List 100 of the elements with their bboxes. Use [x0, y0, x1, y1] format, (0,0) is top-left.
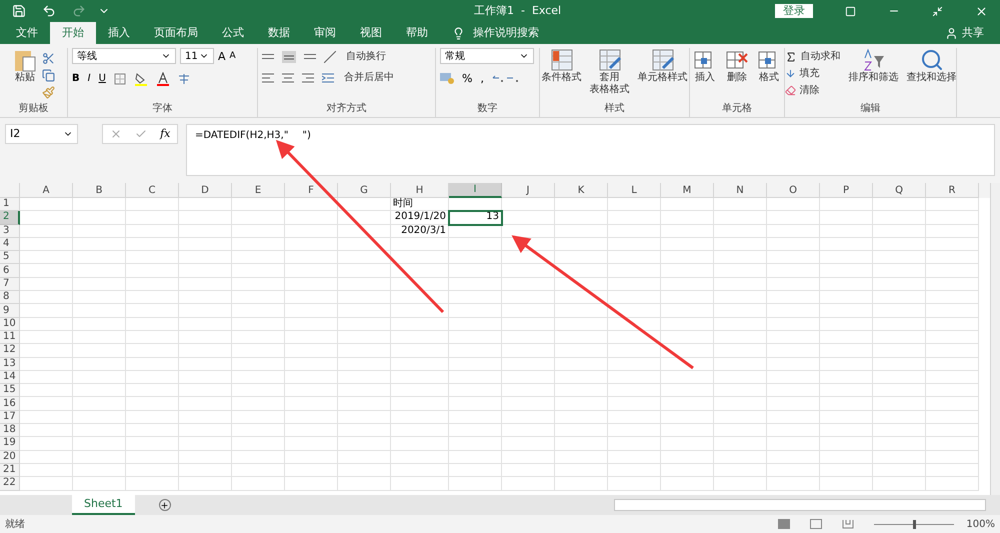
- empty-cell[interactable]: [126, 370, 179, 384]
- empty-cell[interactable]: [449, 264, 502, 278]
- empty-cell[interactable]: [502, 344, 555, 358]
- row-header[interactable]: 15: [0, 384, 20, 398]
- empty-cell[interactable]: [502, 264, 555, 278]
- empty-cell[interactable]: [73, 464, 126, 478]
- column-header[interactable]: F: [285, 183, 338, 198]
- row-header[interactable]: 16: [0, 397, 20, 411]
- close-icon[interactable]: [975, 4, 988, 18]
- empty-cell[interactable]: [661, 211, 714, 225]
- empty-cell[interactable]: [608, 410, 661, 424]
- empty-cell[interactable]: [873, 251, 926, 264]
- row-header[interactable]: 19: [0, 437, 20, 451]
- ribbon-tab[interactable]: 页面布局: [142, 22, 210, 44]
- empty-cell[interactable]: [608, 344, 661, 358]
- empty-cell[interactable]: [502, 238, 555, 252]
- empty-cell[interactable]: [608, 198, 661, 212]
- empty-cell[interactable]: [126, 238, 179, 252]
- empty-cell[interactable]: [285, 424, 338, 438]
- empty-cell[interactable]: [391, 291, 449, 304]
- empty-cell[interactable]: [608, 318, 661, 331]
- empty-cell[interactable]: [926, 318, 979, 331]
- empty-cell[interactable]: [285, 477, 338, 491]
- empty-cell[interactable]: [338, 211, 391, 225]
- font-name-field[interactable]: 等线: [72, 48, 176, 64]
- row-header[interactable]: 22: [0, 477, 20, 491]
- empty-cell[interactable]: [820, 344, 873, 358]
- ribbon-tab[interactable]: 帮助: [394, 22, 440, 44]
- empty-cell[interactable]: [608, 224, 661, 238]
- empty-cell[interactable]: [873, 238, 926, 252]
- empty-cell[interactable]: [820, 291, 873, 304]
- empty-cell[interactable]: [502, 318, 555, 331]
- empty-cell[interactable]: [608, 264, 661, 278]
- column-header[interactable]: K: [555, 183, 608, 198]
- empty-cell[interactable]: [820, 318, 873, 331]
- autosum-button[interactable]: 自动求和: [782, 48, 842, 65]
- column-header[interactable]: I: [449, 183, 502, 198]
- empty-cell[interactable]: [714, 477, 767, 491]
- enter-icon[interactable]: [134, 128, 147, 140]
- empty-cell[interactable]: [714, 330, 767, 344]
- empty-cell[interactable]: [449, 410, 502, 424]
- empty-cell[interactable]: [338, 198, 391, 212]
- empty-cell[interactable]: [126, 397, 179, 411]
- empty-cell[interactable]: [179, 264, 232, 278]
- empty-cell[interactable]: [232, 251, 285, 264]
- empty-cell[interactable]: [391, 344, 449, 358]
- empty-cell[interactable]: [555, 464, 608, 478]
- empty-cell[interactable]: [926, 278, 979, 292]
- empty-cell[interactable]: [767, 410, 820, 424]
- empty-cell[interactable]: [73, 397, 126, 411]
- empty-cell[interactable]: [232, 198, 285, 212]
- empty-cell[interactable]: [926, 238, 979, 252]
- row-header[interactable]: 7: [0, 278, 20, 292]
- empty-cell[interactable]: [502, 224, 555, 238]
- empty-cell[interactable]: [926, 304, 979, 318]
- empty-cell[interactable]: [555, 424, 608, 438]
- empty-cell[interactable]: [661, 464, 714, 478]
- empty-cell[interactable]: [73, 224, 126, 238]
- cell-button[interactable]: 格式: [755, 48, 783, 84]
- empty-cell[interactable]: [179, 370, 232, 384]
- empty-cell[interactable]: [338, 238, 391, 252]
- empty-cell[interactable]: [285, 211, 338, 225]
- login-button[interactable]: 登录: [775, 4, 813, 18]
- empty-cell[interactable]: [608, 330, 661, 344]
- column-header[interactable]: G: [338, 183, 391, 198]
- row-header[interactable]: 5: [0, 251, 20, 264]
- empty-cell[interactable]: [767, 477, 820, 491]
- empty-cell[interactable]: [449, 330, 502, 344]
- empty-cell[interactable]: [502, 358, 555, 371]
- empty-cell[interactable]: [179, 318, 232, 331]
- empty-cell[interactable]: [73, 330, 126, 344]
- comma-button[interactable]: ,: [480, 72, 484, 84]
- empty-cell[interactable]: [338, 477, 391, 491]
- empty-cell[interactable]: [767, 370, 820, 384]
- empty-cell[interactable]: [449, 450, 502, 464]
- empty-cell[interactable]: [126, 318, 179, 331]
- empty-cell[interactable]: [555, 370, 608, 384]
- empty-cell[interactable]: [873, 437, 926, 451]
- empty-cell[interactable]: [73, 450, 126, 464]
- column-header[interactable]: L: [608, 183, 661, 198]
- empty-cell[interactable]: [767, 424, 820, 438]
- empty-cell[interactable]: [608, 464, 661, 478]
- empty-cell[interactable]: [555, 291, 608, 304]
- empty-cell[interactable]: [714, 464, 767, 478]
- empty-cell[interactable]: [73, 424, 126, 438]
- empty-cell[interactable]: [232, 211, 285, 225]
- empty-cell[interactable]: [126, 477, 179, 491]
- empty-cell[interactable]: [767, 384, 820, 398]
- empty-cell[interactable]: [661, 358, 714, 371]
- empty-cell[interactable]: [338, 330, 391, 344]
- undo-icon[interactable]: [42, 4, 56, 18]
- empty-cell[interactable]: [926, 370, 979, 384]
- row-header[interactable]: 8: [0, 291, 20, 304]
- empty-cell[interactable]: [391, 238, 449, 252]
- empty-cell[interactable]: [391, 251, 449, 264]
- empty-cell[interactable]: [391, 477, 449, 491]
- empty-cell[interactable]: [608, 424, 661, 438]
- empty-cell[interactable]: [179, 198, 232, 212]
- empty-cell[interactable]: [285, 291, 338, 304]
- empty-cell[interactable]: [502, 330, 555, 344]
